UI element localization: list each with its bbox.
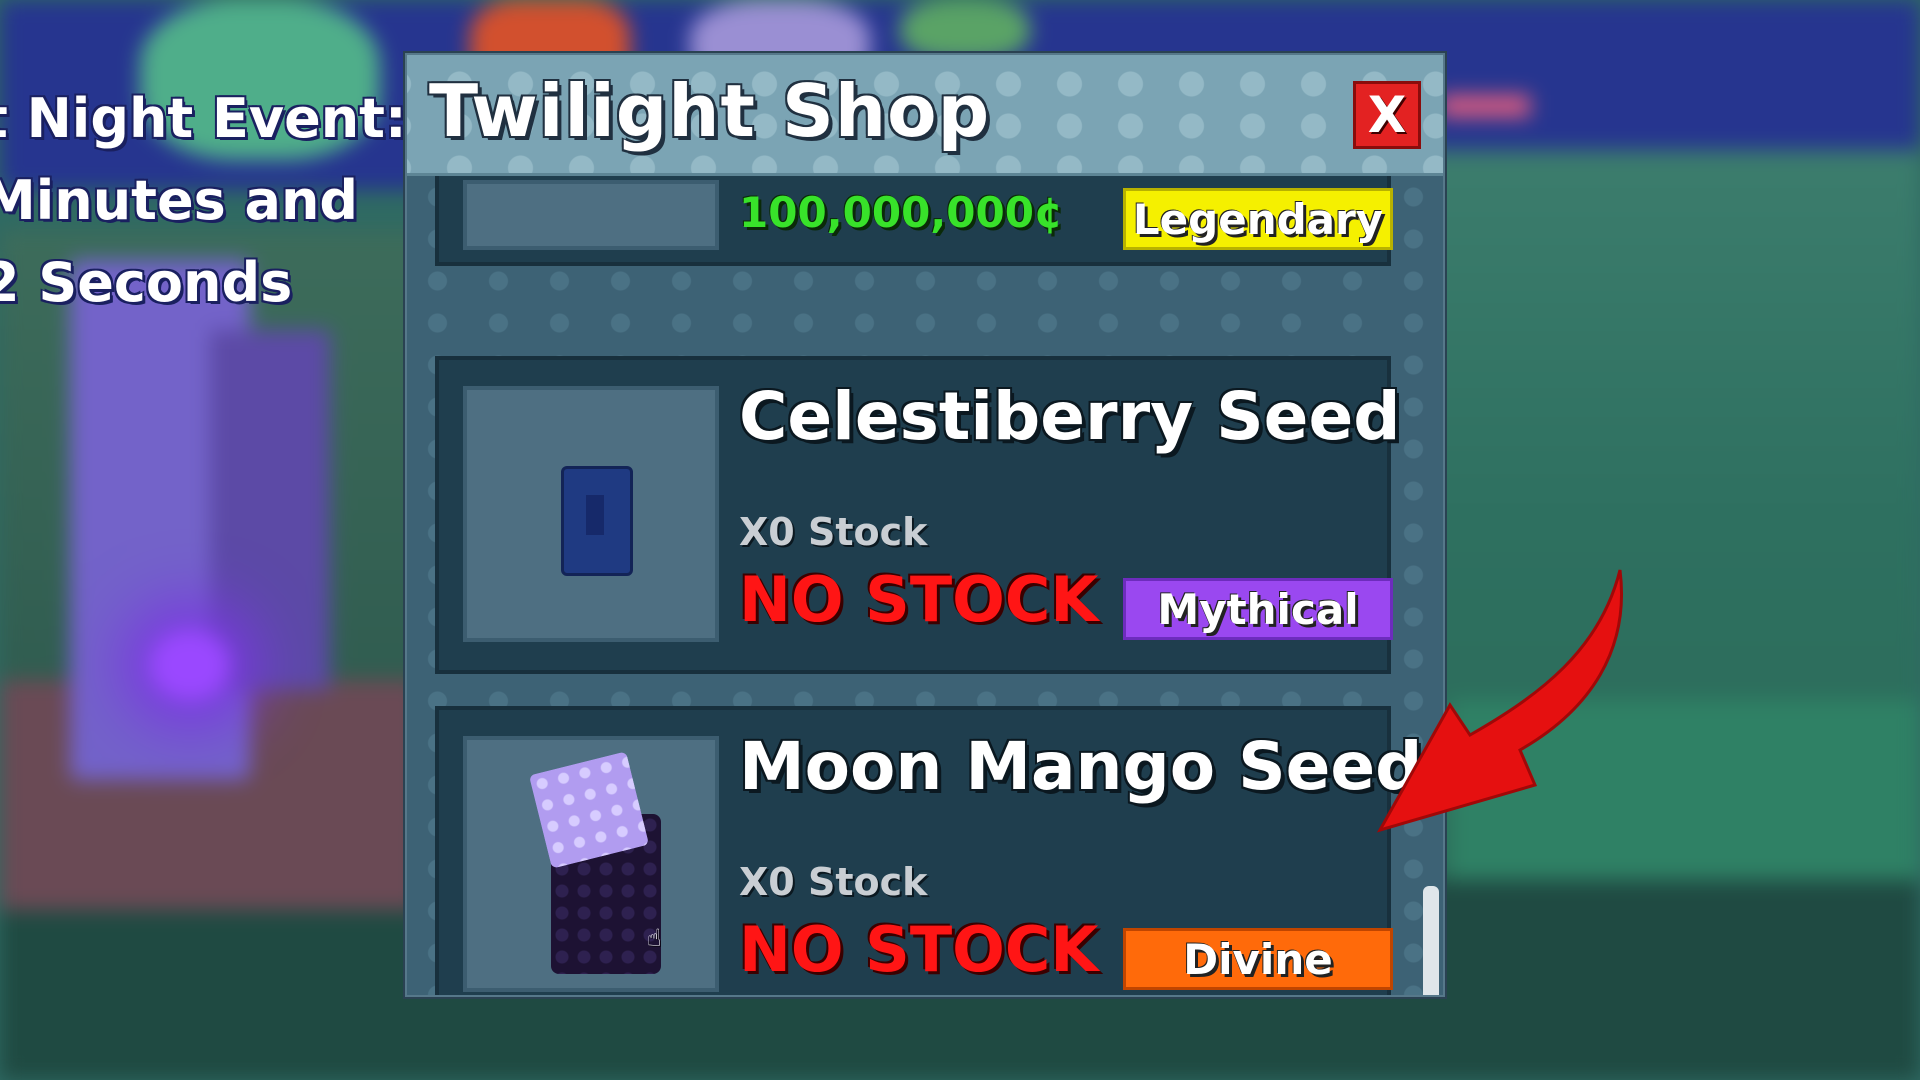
shop-item-list[interactable]: 100,000,000¢ Legendary Celestiberry Seed… bbox=[407, 176, 1443, 995]
scrollbar-thumb[interactable] bbox=[1423, 886, 1439, 995]
item-stock-status: NO STOCK bbox=[739, 563, 1099, 636]
twilight-shop-window: Twilight Shop X 100,000,000¢ Legendary C… bbox=[405, 53, 1445, 997]
item-thumbnail bbox=[463, 386, 719, 642]
red-arrow-icon bbox=[1376, 569, 1623, 833]
mouse-cursor-icon: ☝ bbox=[647, 924, 662, 952]
shop-item-card[interactable]: 100,000,000¢ Legendary bbox=[435, 176, 1393, 266]
item-thumbnail: ☝ bbox=[463, 736, 719, 992]
distant-object bbox=[1440, 95, 1530, 117]
item-stock-status: NO STOCK bbox=[739, 913, 1099, 986]
shop-title-bar: Twilight Shop X bbox=[407, 55, 1443, 176]
purple-glow bbox=[150, 630, 230, 700]
event-line-3: 2 Seconds bbox=[0, 251, 293, 314]
rarity-badge-divine: Divine bbox=[1123, 928, 1393, 990]
rarity-badge-legendary: Legendary bbox=[1123, 188, 1393, 250]
item-name: Moon Mango Seed bbox=[739, 728, 1423, 805]
shop-item-card[interactable]: Celestiberry Seed X0 Stock NO STOCK Myth… bbox=[435, 356, 1400, 674]
shop-item-card[interactable]: ☝ Moon Mango Seed X0 Stock NO STOCK Divi… bbox=[435, 706, 1422, 995]
event-line-1: t Night Event: bbox=[0, 87, 407, 150]
item-thumbnail bbox=[463, 180, 719, 250]
item-stock-count: X0 Stock bbox=[739, 860, 928, 904]
rarity-badge-mythical: Mythical bbox=[1123, 578, 1393, 640]
event-line-2: Minutes and bbox=[0, 169, 359, 232]
close-button[interactable]: X bbox=[1353, 81, 1421, 149]
celestiberry-seed-icon bbox=[561, 466, 633, 576]
shop-title: Twilight Shop bbox=[429, 69, 991, 153]
tree-trunk bbox=[210, 330, 330, 690]
item-stock-count: X0 Stock bbox=[739, 510, 928, 554]
item-name: Celestiberry Seed bbox=[739, 378, 1401, 455]
event-timer-text: t Night Event: Minutes and 2 Seconds bbox=[0, 78, 407, 324]
item-price: 100,000,000¢ bbox=[739, 188, 1064, 237]
tree-leaves bbox=[900, 0, 1030, 60]
